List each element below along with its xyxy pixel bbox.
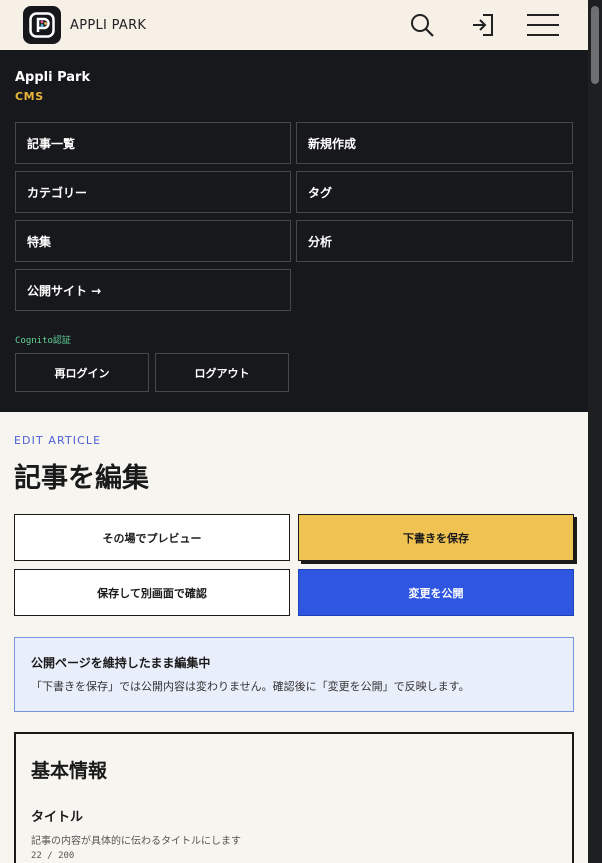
edit-article-section: EDIT ARTICLE 記事を編集 その場でプレビュー 下書きを保存 保存して…: [0, 412, 588, 863]
notice-body: 「下書きを保存」では公開内容は変わりません。確認後に「変更を公開」で反映します。: [31, 680, 470, 693]
nav-features[interactable]: 特集: [15, 220, 291, 262]
page: APPLI PARK Appli Park CMS 記事一覧 新規作成 カテゴリ…: [0, 0, 588, 863]
logout-button[interactable]: ログアウト: [155, 353, 289, 392]
relogin-button[interactable]: 再ログイン: [15, 353, 149, 392]
nav-categories[interactable]: カテゴリー: [15, 171, 291, 213]
cms-subtitle: CMS: [15, 90, 44, 103]
section-eyebrow: EDIT ARTICLE: [14, 434, 102, 447]
title-field-label: タイトル: [31, 810, 84, 825]
brand-name[interactable]: APPLI PARK: [70, 18, 146, 33]
scrollbar[interactable]: [588, 0, 602, 863]
menu-icon[interactable]: [526, 9, 560, 41]
cms-title: Appli Park: [15, 70, 91, 85]
save-and-open-button[interactable]: 保存して別画面で確認: [14, 569, 290, 616]
notice-title: 公開ページを維持したまま編集中: [31, 656, 211, 670]
basic-info-card: 基本情報 タイトル 記事の内容が具体的に伝わるタイトルにします 22 / 200: [14, 732, 574, 863]
login-icon[interactable]: [467, 9, 499, 41]
nav-new-article[interactable]: 新規作成: [296, 122, 573, 164]
cms-menu: Appli Park CMS 記事一覧 新規作成 カテゴリー タグ 特集 分析 …: [0, 50, 588, 412]
page-title: 記事を編集: [14, 463, 149, 494]
nav-analytics[interactable]: 分析: [296, 220, 573, 262]
title-field-help: 記事の内容が具体的に伝わるタイトルにします: [31, 836, 241, 847]
title-char-count: 22 / 200: [31, 851, 75, 861]
app-logo-icon[interactable]: [23, 6, 61, 44]
editing-notice: 公開ページを維持したまま編集中 「下書きを保存」では公開内容は変わりません。確認…: [14, 637, 574, 712]
card-title: 基本情報: [31, 760, 108, 782]
nav-article-list[interactable]: 記事一覧: [15, 122, 291, 164]
nav-public-site[interactable]: 公開サイト →: [15, 269, 291, 311]
preview-button[interactable]: その場でプレビュー: [14, 514, 290, 561]
nav-tags[interactable]: タグ: [296, 171, 573, 213]
save-draft-button[interactable]: 下書きを保存: [298, 514, 574, 561]
auth-label: Cognito認証: [15, 336, 71, 346]
scrollbar-thumb[interactable]: [591, 6, 599, 84]
top-bar: APPLI PARK: [0, 0, 588, 50]
publish-button[interactable]: 変更を公開: [298, 569, 574, 616]
search-icon[interactable]: [406, 9, 438, 41]
